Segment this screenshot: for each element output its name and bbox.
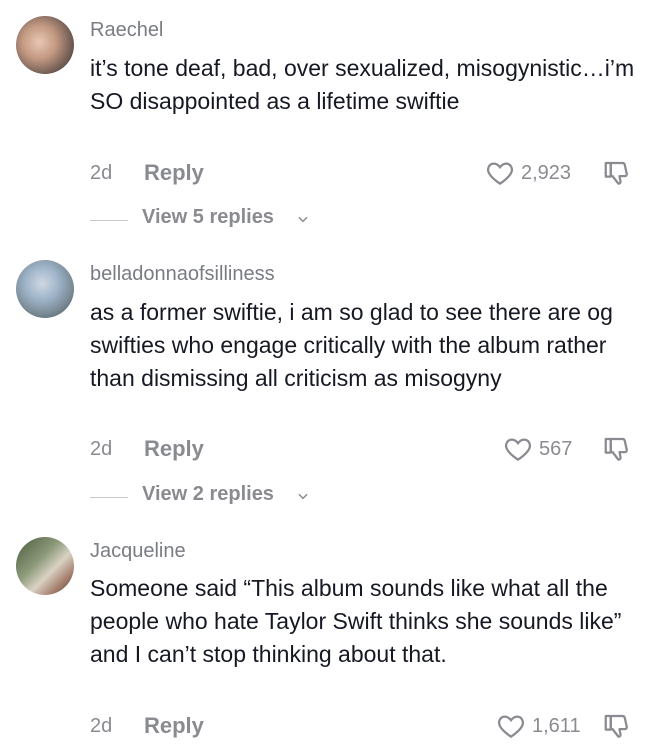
reply-button[interactable]: Reply <box>144 713 204 739</box>
reply-button[interactable]: Reply <box>144 436 204 462</box>
like-count: 1,611 <box>532 715 581 737</box>
reply-button[interactable]: Reply <box>144 160 204 186</box>
divider <box>90 220 128 221</box>
like-count: 2,923 <box>521 162 572 184</box>
comment-text: it’s tone deaf, bad, over sexualized, mi… <box>90 55 635 114</box>
thumbs-down-outline-icon[interactable] <box>602 711 632 741</box>
comment-meta: 2d Reply 1,611 <box>90 713 652 743</box>
comment-text: Someone said “This album sounds like wha… <box>90 575 622 667</box>
view-replies-button[interactable]: View 5 replies <box>90 206 330 234</box>
comment-time: 2d <box>90 438 113 460</box>
view-replies-label: View 2 replies <box>142 483 274 505</box>
like-count: 567 <box>539 438 573 460</box>
comment-meta: 2d Reply 567 <box>90 436 652 466</box>
avatar[interactable] <box>16 16 74 74</box>
comment-username[interactable]: belladonnaofsilliness <box>90 262 275 286</box>
divider <box>90 497 128 498</box>
heart-outline-icon <box>498 715 524 738</box>
thumbs-down-outline-icon[interactable] <box>602 434 632 464</box>
view-replies-label: View 5 replies <box>142 206 274 228</box>
heart-outline-icon <box>505 438 531 461</box>
chevron-down-icon <box>298 216 308 223</box>
heart-outline-icon <box>487 162 513 185</box>
thumbs-down-outline-icon[interactable] <box>602 158 632 188</box>
view-replies-button[interactable]: View 2 replies <box>90 483 330 511</box>
comment-username[interactable]: Raechel <box>90 18 163 42</box>
comment-time: 2d <box>90 162 113 184</box>
comment-username[interactable]: Jacqueline <box>90 539 186 563</box>
avatar[interactable] <box>16 260 74 318</box>
chevron-down-icon <box>298 493 308 500</box>
comment-time: 2d <box>90 715 113 737</box>
avatar[interactable] <box>16 537 74 595</box>
comment-text: as a former swiftie, i am so glad to see… <box>90 299 613 391</box>
comment-meta: 2d Reply 2,923 <box>90 160 652 190</box>
